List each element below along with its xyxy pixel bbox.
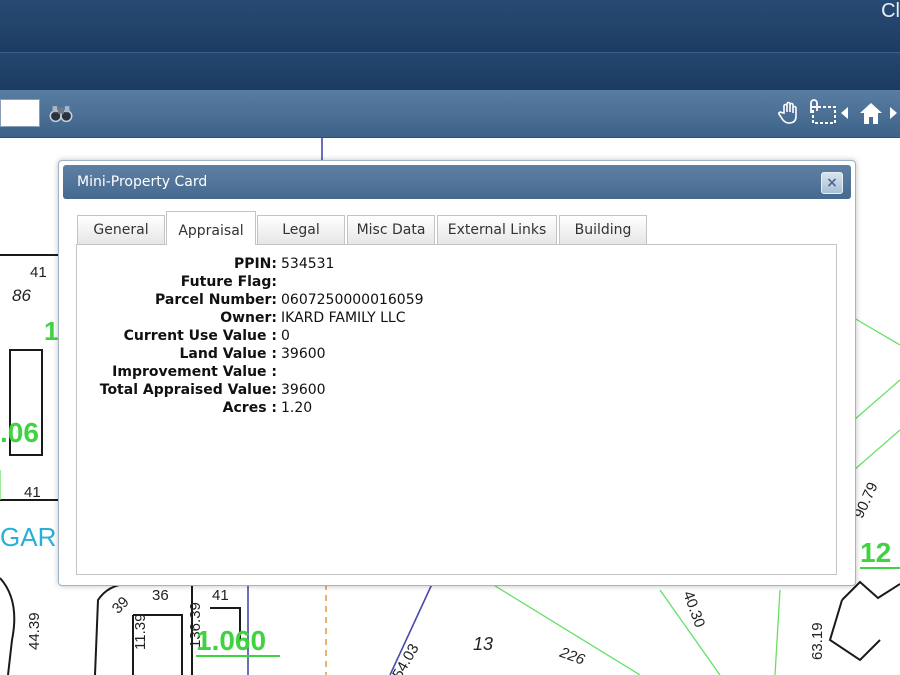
- svg-text:1.060: 1.060: [196, 625, 266, 656]
- svg-text:39: 39: [109, 593, 133, 617]
- tab-appraisal[interactable]: Appraisal: [166, 211, 256, 245]
- svg-text:11.39: 11.39: [132, 614, 149, 650]
- svg-text:41: 41: [24, 484, 41, 501]
- svg-text:86: 86: [12, 286, 31, 305]
- pan-hand-icon[interactable]: [776, 98, 802, 128]
- binoculars-icon[interactable]: [48, 98, 74, 128]
- field-label: Current Use Value :: [123, 328, 277, 344]
- dialog-header[interactable]: Mini-Property Card ×: [63, 165, 851, 199]
- field-label: Future Flag:: [180, 274, 277, 290]
- svg-text:54.03: 54.03: [389, 641, 422, 675]
- close-button[interactable]: ×: [821, 172, 843, 194]
- field-value: 39600: [281, 382, 326, 398]
- field-label: PPIN:: [233, 256, 277, 272]
- field-value: 0607250000016059: [281, 292, 424, 308]
- svg-text:GAR: GAR: [0, 522, 56, 552]
- tab-legal[interactable]: Legal: [257, 215, 345, 244]
- svg-text:41: 41: [30, 264, 47, 281]
- nav-bar: [0, 52, 900, 91]
- map-toolbar: [0, 90, 900, 138]
- mini-property-card-dialog: Mini-Property Card × General Appraisal L…: [58, 160, 856, 586]
- field-label: Parcel Number:: [155, 292, 277, 308]
- field-value: IKARD FAMILY LLC: [281, 310, 406, 326]
- home-icon[interactable]: [856, 98, 886, 128]
- app-header: Cl: [0, 0, 900, 52]
- field-value: 0: [281, 328, 290, 344]
- select-box-icon[interactable]: [806, 98, 840, 128]
- arrow-left-icon[interactable]: [838, 98, 852, 128]
- appraisal-panel: PPIN: 534531 Future Flag: Parcel Number:…: [76, 244, 837, 575]
- tab-external-links[interactable]: External Links: [437, 215, 557, 244]
- arrow-right-icon[interactable]: [886, 98, 900, 128]
- field-label: Acres :: [222, 400, 277, 416]
- tab-building[interactable]: Building: [559, 215, 647, 244]
- app-title: Cl: [881, 0, 900, 22]
- field-value: 39600: [281, 346, 326, 362]
- svg-text:226: 226: [557, 644, 588, 669]
- svg-text:13: 13: [473, 634, 493, 654]
- svg-text:63.19: 63.19: [809, 622, 826, 660]
- svg-text:36: 36: [152, 587, 169, 604]
- field-label: Land Value :: [179, 346, 277, 362]
- field-label: Owner:: [220, 310, 277, 326]
- svg-text:44.39: 44.39: [26, 612, 43, 650]
- svg-text:12: 12: [860, 537, 891, 568]
- svg-text:41: 41: [212, 587, 229, 604]
- field-value: 1.20: [281, 400, 313, 416]
- field-label: Total Appraised Value:: [99, 382, 277, 398]
- field-value: 534531: [281, 256, 335, 272]
- svg-text:.06: .06: [0, 417, 39, 448]
- search-input[interactable]: [0, 99, 40, 127]
- tab-general[interactable]: General: [77, 215, 165, 244]
- tab-misc-data[interactable]: Misc Data: [347, 215, 435, 244]
- svg-text:1: 1: [44, 316, 58, 346]
- field-label: Improvement Value :: [112, 364, 277, 380]
- dialog-title: Mini-Property Card: [77, 174, 208, 190]
